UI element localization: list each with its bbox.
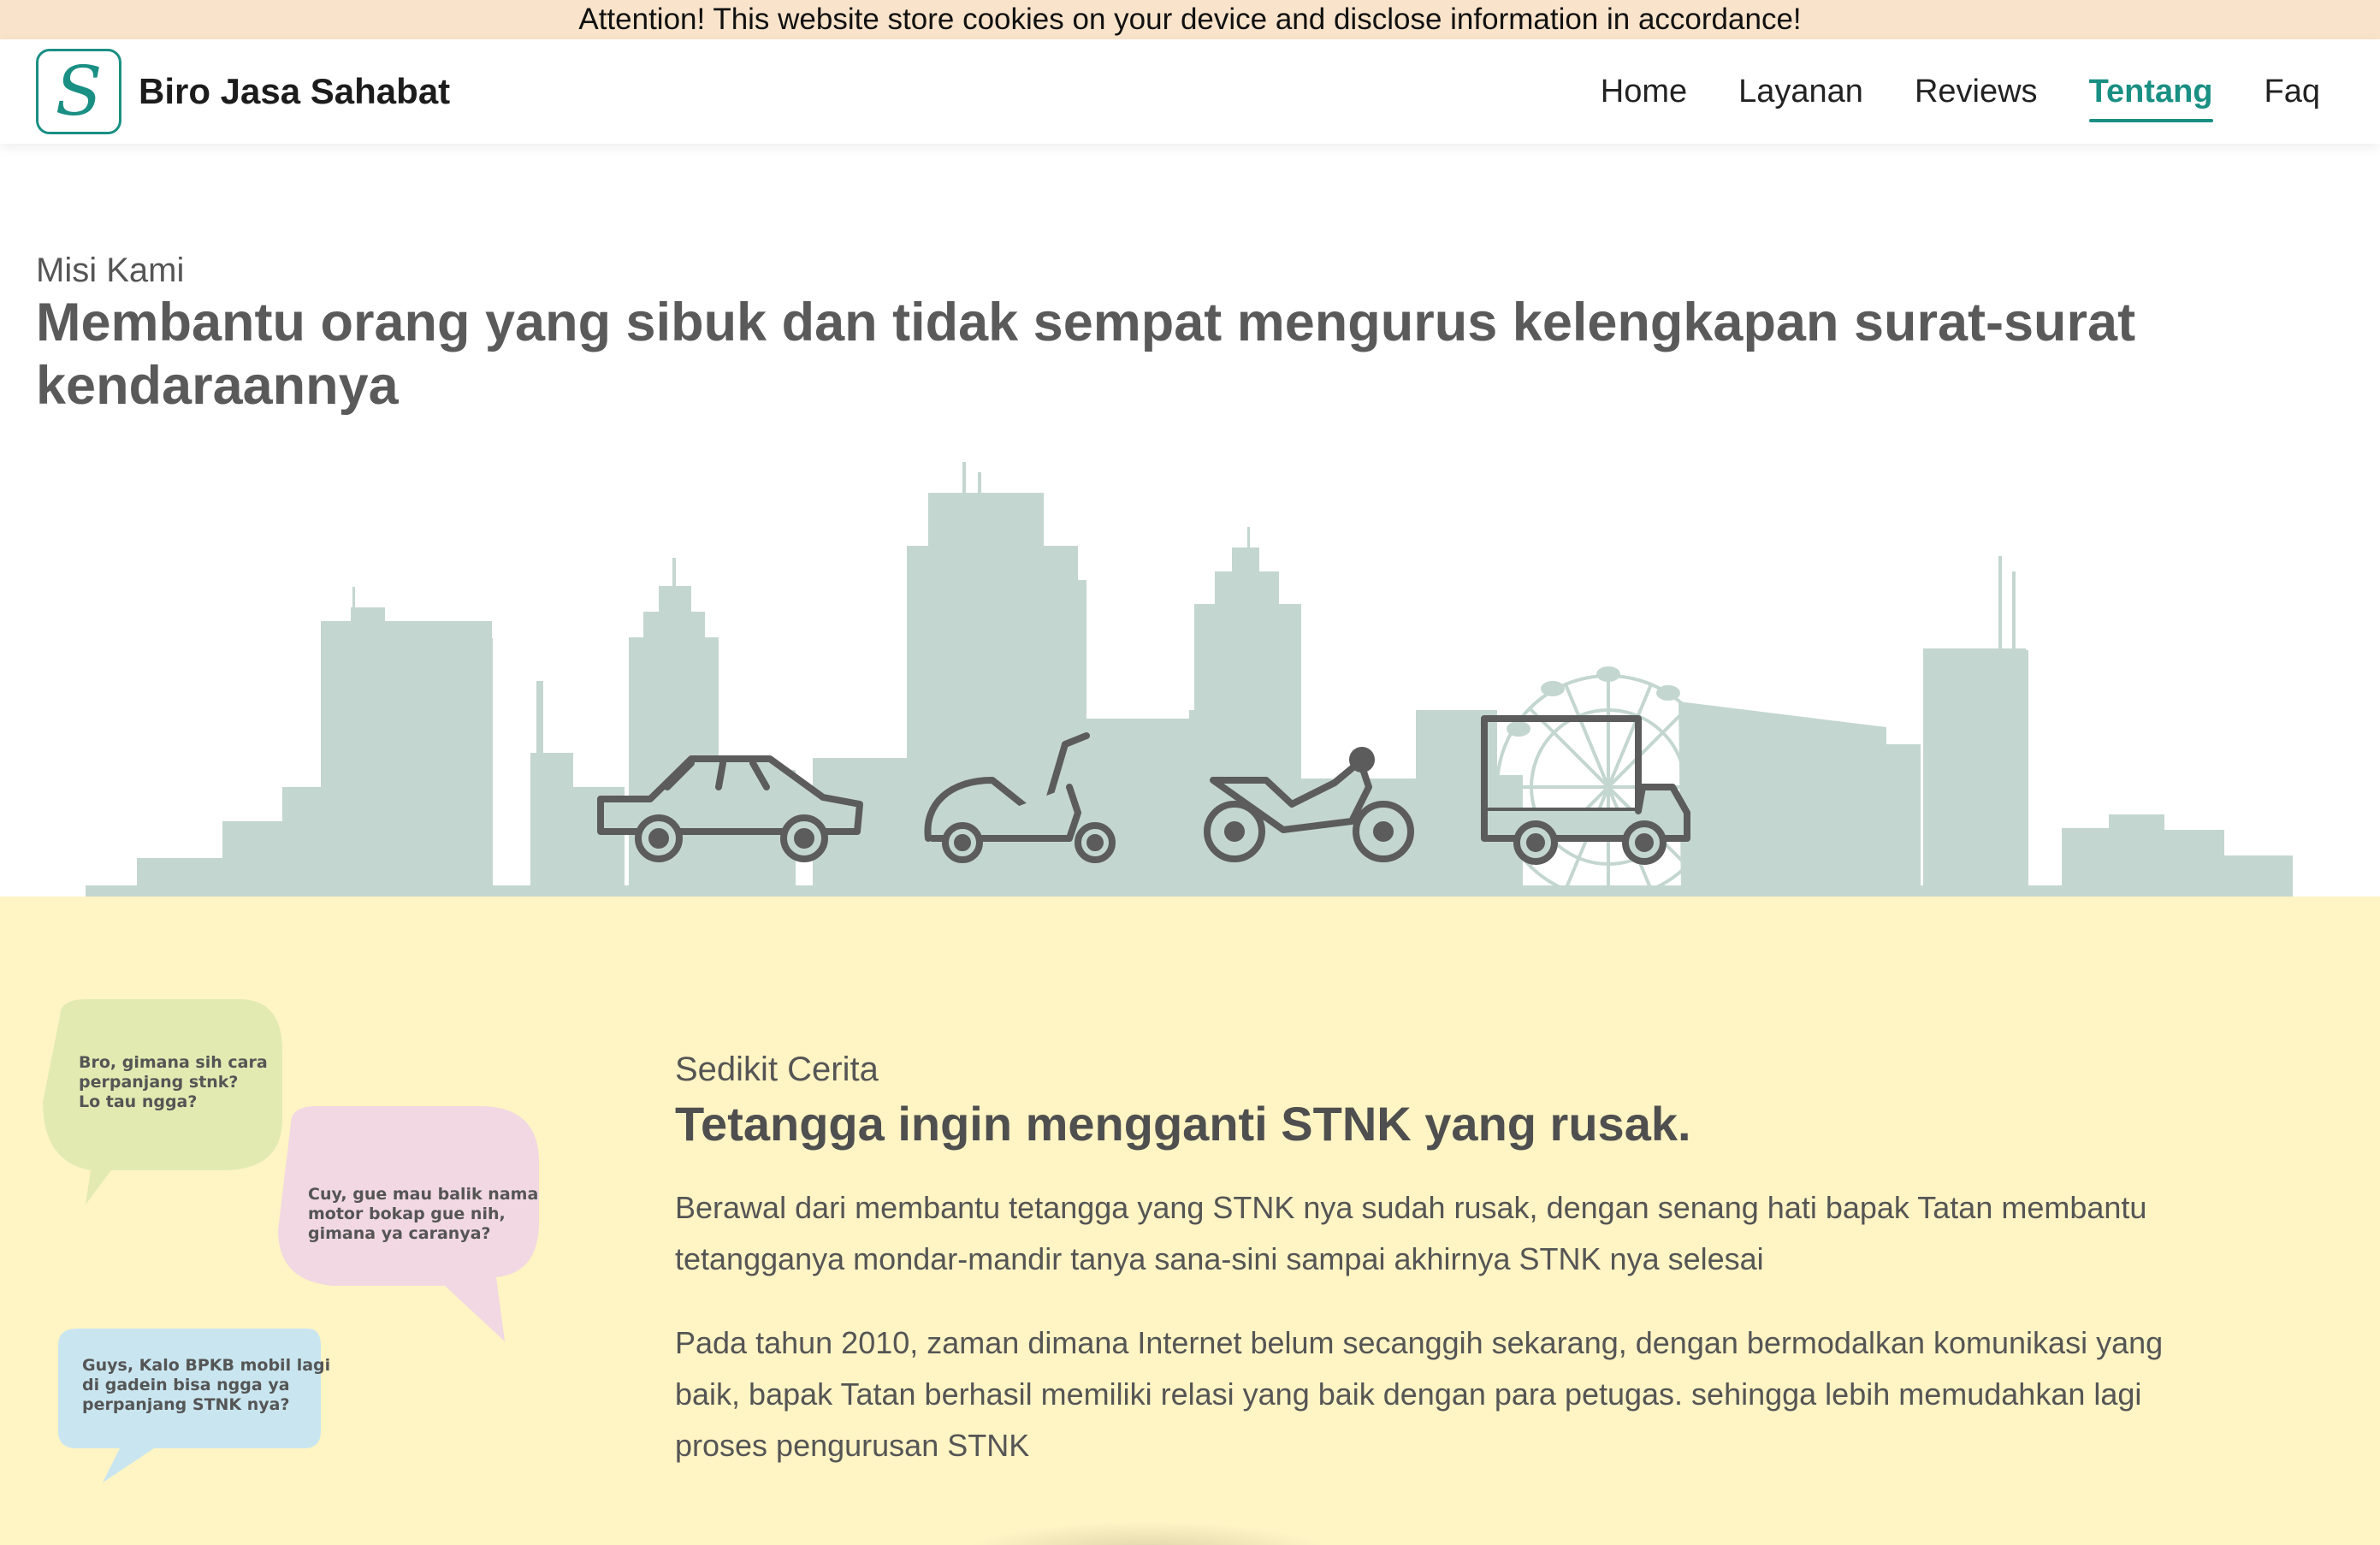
story-paragraph-2: Pada tahun 2010, zaman dimana Internet b… xyxy=(675,1325,2164,1463)
story-section: Bro, gimana sih cara perpanjang stnk? Lo… xyxy=(0,897,2380,1545)
chat-bubble-1: Bro, gimana sih cara perpanjang stnk? Lo… xyxy=(43,999,282,1205)
mission-kicker: Misi Kami xyxy=(36,252,185,289)
nav-link-layanan[interactable]: Layanan xyxy=(1738,67,1863,117)
brand-name: Biro Jasa Sahabat xyxy=(139,71,451,111)
nav-link-faq[interactable]: Faq xyxy=(2265,67,2320,117)
chat-bubble-3-line-3: perpanjang STNK nya? xyxy=(82,1395,290,1414)
mission-title: Membantu orang yang sibuk dan tidak semp… xyxy=(36,293,2136,416)
chat-bubble-1-line-1: Bro, gimana sih cara xyxy=(79,1053,268,1072)
section-shadow-decoration xyxy=(958,1521,1335,1545)
nav-link-home[interactable]: Home xyxy=(1601,67,1687,117)
chat-bubble-2-line-1: Cuy, gue mau balik nama xyxy=(308,1185,538,1204)
cookie-banner-text: Attention! This website store cookies on… xyxy=(578,3,1802,36)
chat-bubble-3-line-2: di gadein bisa ngga ya xyxy=(82,1376,290,1394)
main-nav: Home Layanan Reviews Tentang Faq xyxy=(1549,39,2320,144)
chat-bubble-3-line-1: Guys, Kalo BPKB mobil lagi xyxy=(82,1356,330,1375)
story-kicker: Sedikit Cerita xyxy=(675,1051,879,1088)
nav-link-reviews[interactable]: Reviews xyxy=(1915,67,2038,117)
skyline-buildings xyxy=(86,462,2293,897)
mission-section: Misi Kami Membantu orang yang sibuk dan … xyxy=(0,144,2380,900)
cookie-banner: Attention! This website store cookies on… xyxy=(0,0,2380,39)
chat-bubble-1-line-2: perpanjang stnk? xyxy=(79,1073,238,1092)
chat-bubble-3: Guys, Kalo BPKB mobil lagi di gadein bis… xyxy=(58,1329,330,1483)
navbar: S Biro Jasa Sahabat Home Layanan Reviews… xyxy=(0,39,2380,144)
brand-letter: S xyxy=(56,55,103,128)
chat-bubble-2: Cuy, gue mau balik nama motor bokap gue … xyxy=(278,1106,539,1341)
chat-bubbles-illustration: Bro, gimana sih cara perpanjang stnk? Lo… xyxy=(43,999,539,1483)
story-paragraph-1: Berawal dari membantu tetangga yang STNK… xyxy=(675,1190,2147,1276)
brand-logo-icon: S xyxy=(36,49,121,134)
ferris-wheel xyxy=(1495,674,1721,900)
brand-link[interactable]: S Biro Jasa Sahabat xyxy=(36,49,450,134)
nav-link-tentang[interactable]: Tentang xyxy=(2088,67,2213,122)
chat-bubble-2-line-3: gimana ya caranya? xyxy=(308,1224,491,1243)
chat-bubble-2-line-2: motor bokap gue nih, xyxy=(308,1205,506,1223)
story-content: Sedikit Cerita Tetangga ingin mengganti … xyxy=(675,1051,2198,1471)
chat-bubble-1-line-3: Lo tau ngga? xyxy=(79,1092,197,1111)
story-title: Tetangga ingin mengganti STNK yang rusak… xyxy=(675,1097,1691,1151)
